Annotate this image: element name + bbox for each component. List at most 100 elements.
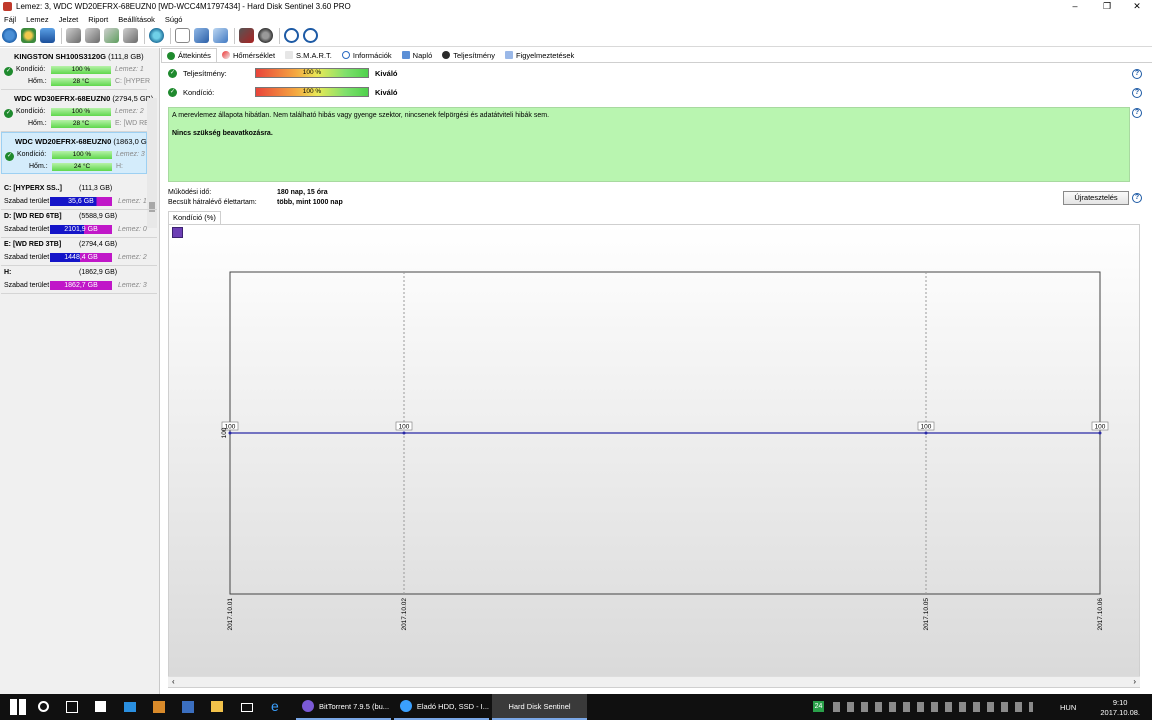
settings-icon[interactable] [258,28,273,43]
report-icon[interactable] [40,28,55,43]
condition-chart: 100 2017.10.01 100 2017.10.02 100 2017.10.05 1… [221,271,1109,631]
short-test-icon[interactable] [104,28,119,43]
tab-overview[interactable]: Áttekintés [161,48,217,62]
volume-disk-ref: Lemez: 3 [118,282,147,289]
data-label: 100 [1095,424,1106,431]
close-button[interactable]: ✕ [1122,0,1152,13]
volume-size: (111,3 GB) [79,185,113,192]
menu-help[interactable]: Súgó [165,15,183,24]
advice-text: Nincs szükség beavatkozásra. [172,130,273,137]
tray-icons[interactable] [833,702,1033,712]
volume-disk-ref: Lemez: 0 [118,226,147,233]
refresh-icon[interactable] [2,28,17,43]
alert-config-icon[interactable] [239,28,254,43]
lifetime-value: több, mint 1000 nap [277,199,343,206]
app-icon[interactable] [153,701,165,713]
store-icon[interactable] [95,701,106,712]
test-tool-icon[interactable] [66,28,81,43]
menu-report-mark[interactable]: Jelzet [59,15,79,24]
tab-performance[interactable]: Teljesítmény [437,48,500,62]
check-icon: ✓ [4,109,13,118]
start-icon[interactable] [10,699,26,715]
help-icon[interactable]: ? [1132,193,1142,203]
help-icon[interactable] [284,28,299,43]
clock[interactable]: 9:10 2017.10.08. [1100,698,1140,718]
minimize-button[interactable]: – [1060,0,1090,13]
hds-tray-badge[interactable]: 24 [813,701,824,712]
file-explorer-icon[interactable] [211,701,223,712]
tab-temperature[interactable]: Hőmérséklet [217,48,280,62]
time: 9:10 [1112,698,1128,707]
drive-ref: E: [WD RE [115,120,149,127]
disk-entry-selected[interactable]: WDC WD20EFRX-68EUZN0 (1863,0 GB) ✓ Kondí… [1,132,154,174]
check-icon: ✓ [4,67,13,76]
thermometer-icon [221,51,230,59]
help-icon[interactable]: ? [1132,108,1142,118]
surface-test-icon[interactable] [85,28,100,43]
menu-settings[interactable]: Beállítások [118,15,155,24]
volume-entry[interactable]: H: (1862,9 GB) Szabad terület 1862,7 GB … [1,266,157,294]
menu-report[interactable]: Riport [88,15,108,24]
temp-bar: 28 °C [51,78,111,86]
help-icon[interactable]: ? [1132,69,1142,79]
data-point [228,431,232,435]
temp-bar: 28 °C [51,120,111,128]
condition-rating: Kiváló [375,87,398,97]
retest-button[interactable]: Újratesztelés [1063,191,1129,205]
temp-label: Hőm.: [28,120,47,127]
free-space-label: Szabad terület [4,254,50,261]
mail-icon[interactable] [241,703,253,712]
globe-icon[interactable] [149,28,164,43]
performance-icon [442,51,451,59]
app-icon[interactable] [182,701,194,713]
document-icon[interactable] [175,28,190,43]
menu-disk[interactable]: Lemez [26,15,49,24]
tab-information[interactable]: Információk [337,48,397,62]
menu-file[interactable]: Fájl [4,15,16,24]
tab-smart[interactable]: S.M.A.R.T. [280,48,337,62]
help-icon[interactable]: ? [1132,88,1142,98]
taskbar: e BitTorrent 7.9.5 (bu... Eladó HDD, SSD… [0,694,1152,720]
scroll-left-icon[interactable]: ‹ [172,677,175,686]
tab-condition-chart[interactable]: Kondíció (%) [168,211,221,224]
extended-test-icon[interactable] [123,28,138,43]
status-message: A merevlemez állapota hibátlan. Nem talá… [172,112,550,119]
disk-entry[interactable]: WDC WD30EFRX-68EUZN0 (2794,5 GB) ✓ Kondí… [1,90,153,132]
email-icon[interactable] [213,28,228,43]
volume-entry[interactable]: C: [HYPERX SS..] (111,3 GB) Szabad terül… [1,182,157,210]
volume-entry[interactable]: E: [WD RED 3TB] (2794,4 GB) Szabad terül… [1,238,157,266]
volume-name: C: [HYPERX SS..] [4,185,62,192]
task-view-icon[interactable] [66,701,78,713]
send-report-icon[interactable] [194,28,209,43]
taskbar-app-hds[interactable]: Hard Disk Sentinel [492,694,587,720]
data-point [924,431,928,435]
condition-label: Kondíció: [16,66,46,73]
disk-ref: Lemez: 1 [115,66,144,73]
maximize-button[interactable]: ❐ [1092,0,1122,13]
free-space-bar: 1448,4 GB [50,253,112,262]
taskbar-app-browser[interactable]: Eladó HDD, SSD - I... [394,694,489,720]
search-icon[interactable] [38,701,49,712]
volume-size: (5588,9 GB) [79,213,118,220]
tab-log[interactable]: Napló [397,48,438,62]
disk-entry[interactable]: KINGSTON SH100S3120G (111,8 GB) ✓ Kondíc… [1,48,150,90]
volume-entry[interactable]: D: [WD RED 6TB] (5588,9 GB) Szabad terül… [1,210,157,238]
free-space-label: Szabad terület [4,226,50,233]
volume-size: (2794,4 GB) [79,241,118,248]
y-tick-label: 100 [221,427,228,438]
disk-info-icon[interactable] [21,28,36,43]
chart-horizontal-scrollbar[interactable]: ‹ › [168,676,1140,687]
x-tick-label: 2017.10.02 [401,598,408,631]
data-label: 100 [921,424,932,431]
edge-icon[interactable]: e [271,698,287,714]
scroll-right-icon[interactable]: › [1133,677,1136,686]
language-indicator[interactable]: HUN [1060,703,1076,712]
disk-name: WDC WD30EFRX-68EUZN0 (2794,5 GB) [14,94,154,103]
tab-alerts[interactable]: Figyelmeztetések [500,48,579,62]
uptime-row: Működési idő: 180 nap, 15 óra [168,189,328,196]
check-icon [167,51,175,60]
about-icon[interactable] [303,28,318,43]
desktop-icon[interactable] [124,702,136,712]
taskbar-app-bittorrent[interactable]: BitTorrent 7.9.5 (bu... [296,694,391,720]
condition-label: Kondíció: [16,108,46,115]
